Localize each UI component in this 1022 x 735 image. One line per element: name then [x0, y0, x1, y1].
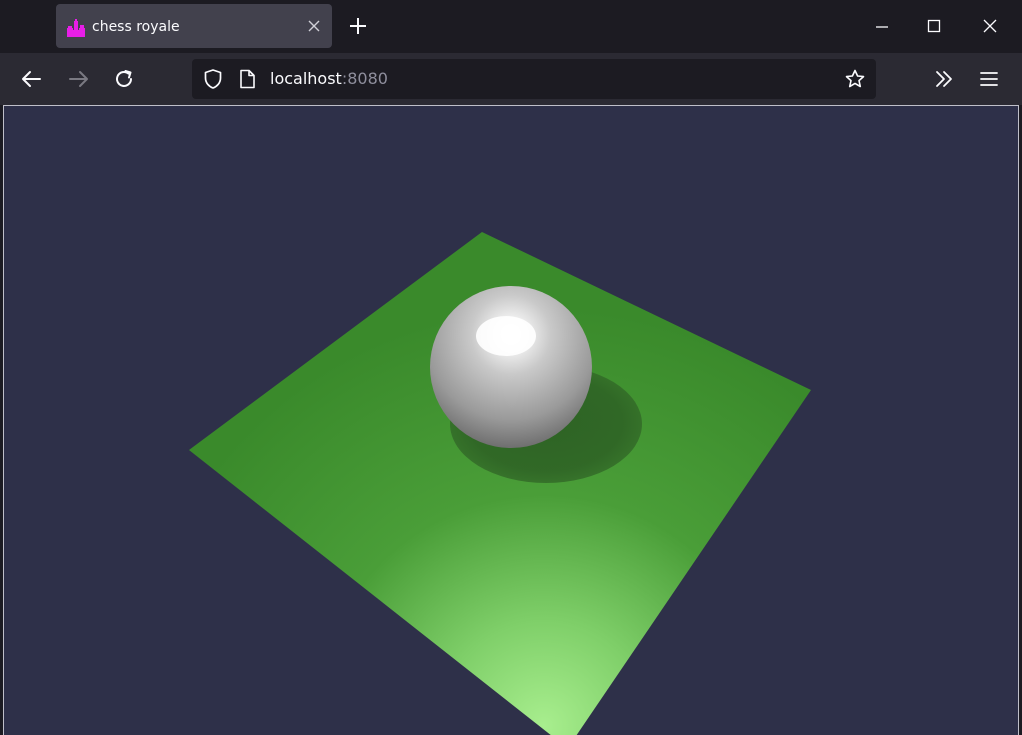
page-viewport: [3, 105, 1019, 735]
page-icon[interactable]: [236, 68, 258, 90]
chess-pieces-icon: [67, 19, 85, 37]
tab-strip: chess royale: [0, 0, 1022, 53]
chevron-double-right-icon[interactable]: [928, 63, 960, 95]
url-text[interactable]: localhost:8080: [270, 69, 388, 89]
browser-window: chess royale localhost:8080: [0, 0, 1022, 735]
navigation-toolbar: localhost:8080: [0, 53, 1022, 105]
shield-icon[interactable]: [202, 68, 224, 90]
plus-icon[interactable]: [344, 12, 372, 40]
tab-title: chess royale: [92, 19, 180, 35]
address-bar[interactable]: localhost:8080: [192, 59, 876, 99]
url-host: localhost: [270, 69, 342, 88]
maximize-icon[interactable]: [914, 8, 954, 46]
star-icon[interactable]: [844, 68, 866, 90]
minimize-icon[interactable]: [862, 8, 902, 46]
3d-scene-canvas[interactable]: [4, 106, 1019, 735]
sphere-specular-highlight: [476, 316, 536, 356]
sphere: [430, 286, 592, 448]
forward-arrow-icon[interactable]: [62, 63, 94, 95]
tab-chess-royale[interactable]: chess royale: [56, 4, 332, 48]
close-icon[interactable]: [302, 14, 326, 38]
close-window-icon[interactable]: [970, 8, 1010, 46]
hamburger-menu-icon[interactable]: [973, 63, 1005, 95]
reload-icon[interactable]: [108, 63, 140, 95]
back-arrow-icon[interactable]: [16, 63, 48, 95]
url-port: :8080: [341, 69, 388, 88]
